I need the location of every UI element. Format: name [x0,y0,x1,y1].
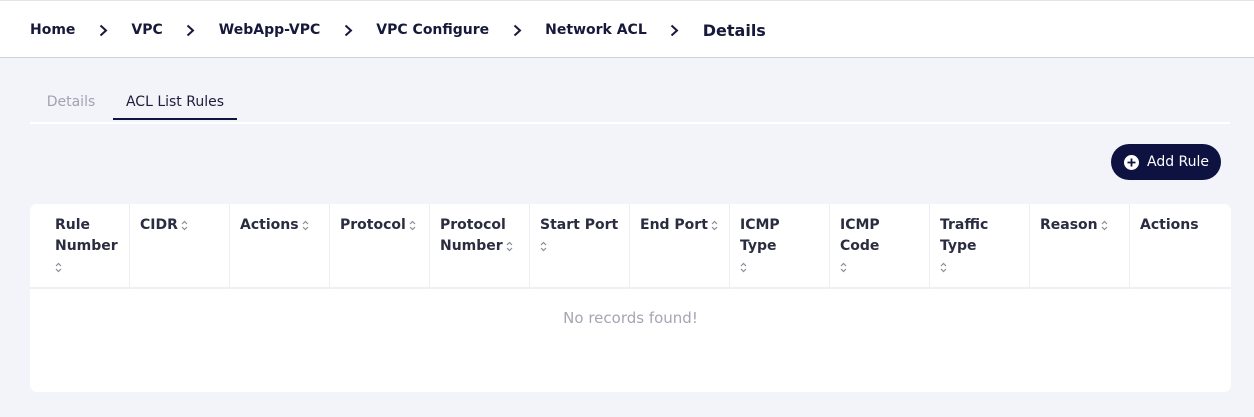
sort-icon[interactable] [940,262,947,273]
breadcrumb-current: Details [702,20,766,40]
chevron-right-icon [179,24,203,37]
breadcrumb-vpc[interactable]: VPC [131,22,162,38]
column-header-label: End Port [640,217,708,233]
column-header[interactable]: Actions [230,204,330,289]
chevron-right-icon [91,24,115,37]
chevron-right-icon [336,24,360,37]
breadcrumb-home[interactable]: Home [30,22,75,38]
column-header-label-line2: Number [55,238,118,254]
column-header: Actions [1130,204,1230,289]
sort-icon[interactable] [840,262,847,273]
table-header: Rule Number CIDR Actions Protocol Protocol Num… [30,204,1231,289]
breadcrumb-webapp-vpc[interactable]: WebApp-VPC [219,22,321,38]
column-header[interactable]: End Port [630,204,730,289]
breadcrumb: Home VPC WebApp-VPC VPC Configure Networ… [30,1,766,59]
empty-state-message: No records found! [563,309,698,327]
column-header-label: Protocol [340,217,406,233]
column-header-label: Actions [1140,217,1199,233]
column-header-label: Traffic Type [940,217,989,254]
plus-circle-icon [1124,154,1139,170]
chevron-right-icon [663,24,687,37]
column-header-label: Protocol [440,217,506,233]
tab-acl-list-rules[interactable]: ACL List Rules [113,88,237,120]
chevron-right-icon [505,24,529,37]
column-header-label: Reason [1040,217,1098,233]
column-header[interactable]: Protocol [330,204,430,289]
sort-icon[interactable] [506,241,513,252]
column-header-label: Actions [240,217,299,233]
column-header-label: Rule [55,217,91,233]
sort-icon[interactable] [181,220,188,231]
sort-icon[interactable] [1101,220,1108,231]
column-header[interactable]: Rule Number [30,204,130,289]
acl-rules-table: Rule Number CIDR Actions Protocol Protocol Num… [30,204,1231,392]
column-header[interactable]: ICMP Type [730,204,830,289]
column-header[interactable]: CIDR [130,204,230,289]
column-header[interactable]: Protocol Number [430,204,530,289]
tab-details[interactable]: Details [46,88,96,120]
column-header-label: Start Port [540,217,619,233]
column-header[interactable]: Traffic Type [930,204,1030,289]
sort-icon[interactable] [740,262,747,273]
add-rule-label: Add Rule [1147,154,1210,170]
add-rule-button[interactable]: Add Rule [1111,144,1221,180]
sort-icon[interactable] [55,262,62,273]
column-header-label: ICMP Code [840,217,880,254]
breadcrumb-vpc-configure[interactable]: VPC Configure [376,22,489,38]
sort-icon[interactable] [711,220,718,231]
top-bar: Home VPC WebApp-VPC VPC Configure Networ… [0,0,1254,58]
column-header-label: CIDR [140,217,178,233]
sort-icon[interactable] [409,220,416,231]
column-header[interactable]: Reason [1030,204,1130,289]
column-header-label-line2: Number [440,238,503,254]
tab-bar: Details ACL List Rules [30,88,1230,124]
column-header[interactable]: Start Port [530,204,630,289]
column-header-label: ICMP Type [740,217,780,254]
breadcrumb-network-acl[interactable]: Network ACL [545,22,647,38]
sort-icon[interactable] [540,241,547,252]
column-header[interactable]: ICMP Code [830,204,930,289]
sort-icon[interactable] [302,220,309,231]
